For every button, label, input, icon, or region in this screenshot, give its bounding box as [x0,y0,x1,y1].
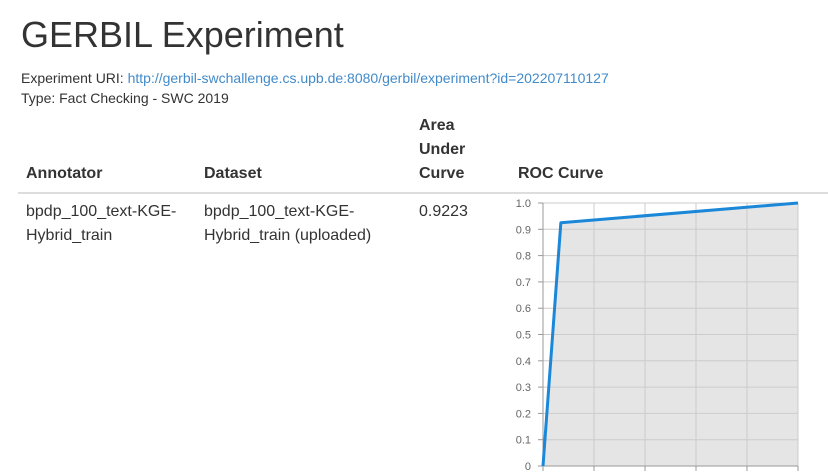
header-auc-line1: Area Under [419,117,466,158]
header-auc-line2: Curve [419,165,465,182]
cell-annotator: bpdp_100_text-KGE-Hybrid_train [26,203,177,244]
experiment-uri-label: Experiment URI: [21,70,124,86]
roc-chart: 00.20.40.60.81.000.10.20.30.40.50.60.70.… [516,198,799,472]
results-table: Annotator Dataset Area Under Curve ROC C… [18,112,828,472]
header-auc[interactable]: Area Under Curve [411,112,510,194]
experiment-uri-link[interactable]: http://gerbil-swchallenge.cs.upb.de:8080… [128,70,609,86]
table-row: bpdp_100_text-KGE-Hybrid_train bpdp_100_… [18,193,828,472]
y-tick-label: 0.2 [516,408,531,420]
cell-roc: 00.20.40.60.81.000.10.20.30.40.50.60.70.… [510,193,828,472]
header-roc[interactable]: ROC Curve [510,112,828,194]
results-table-wrap: Annotator Dataset Area Under Curve ROC C… [18,112,828,472]
y-tick-label: 0.9 [516,224,531,236]
cell-dataset: bpdp_100_text-KGE-Hybrid_train (uploaded… [204,203,372,244]
y-tick-label: 0.5 [516,330,531,342]
y-tick-label: 0 [525,461,531,472]
y-tick-label: 1.0 [516,198,531,210]
experiment-uri-line: Experiment URI: http://gerbil-swchalleng… [21,68,609,88]
y-tick-label: 0.3 [516,382,531,394]
header-annotator[interactable]: Annotator [18,112,196,194]
header-dataset[interactable]: Dataset [196,112,411,194]
y-tick-label: 0.7 [516,277,531,289]
table-header-row: Annotator Dataset Area Under Curve ROC C… [18,112,828,194]
y-tick-label: 0.6 [516,303,531,315]
y-tick-label: 0.1 [516,435,531,447]
experiment-meta: Experiment URI: http://gerbil-swchalleng… [21,68,609,108]
y-tick-label: 0.8 [516,251,531,263]
experiment-type: Type: Fact Checking - SWC 2019 [21,90,229,106]
y-tick-label: 0.4 [516,356,531,368]
cell-auc: 0.9223 [419,203,468,220]
page-title: GERBIL Experiment [21,14,344,55]
